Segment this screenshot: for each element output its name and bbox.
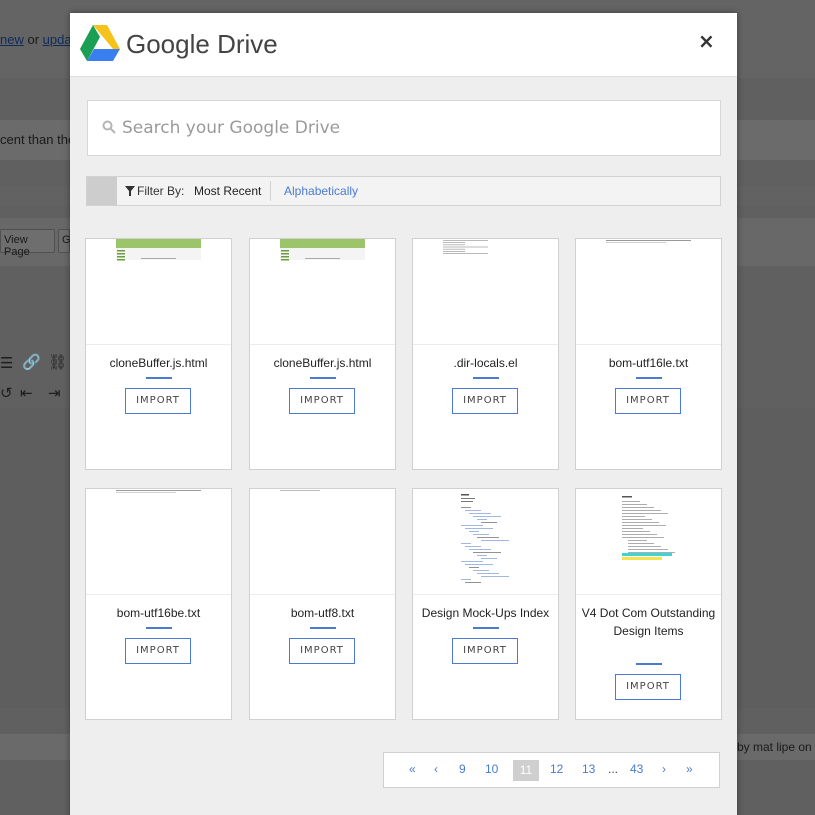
pagination-page-43[interactable]: 43 <box>630 762 643 776</box>
pagination-ellipsis: ... <box>608 762 619 776</box>
file-thumbnail <box>250 489 395 595</box>
file-card: .dir-locals.el IMPORT <box>412 238 559 470</box>
file-thumbnail <box>250 239 395 345</box>
file-name-underline <box>146 627 172 629</box>
bg-link-new: new <box>0 32 24 47</box>
import-button[interactable]: IMPORT <box>615 388 681 414</box>
file-name-underline <box>636 377 662 379</box>
file-card: V4 Dot Com Outstanding Design Items IMPOR… <box>575 488 722 720</box>
pagination-last[interactable]: » <box>686 762 693 776</box>
pagination-current-page: 11 <box>513 760 539 781</box>
list-icon: ☰ <box>0 354 14 372</box>
pagination-page-13[interactable]: 13 <box>582 762 595 776</box>
modal-title: Google Drive <box>126 29 278 59</box>
pagination: « ‹ 9 10 11 12 13 ... 43 › » <box>383 752 720 788</box>
file-name-underline <box>636 663 662 665</box>
file-thumbnail <box>86 489 231 595</box>
pagination-page-9[interactable]: 9 <box>459 762 466 776</box>
unlink-icon: ⛓ <box>48 353 68 371</box>
search-icon <box>102 120 116 134</box>
file-thumbnail <box>413 239 558 345</box>
file-name: bom-utf16be.txt <box>116 606 201 620</box>
search-input[interactable] <box>122 113 712 143</box>
file-card: bom-utf8.txt IMPORT <box>249 488 396 720</box>
undo-icon: ↺ <box>0 384 13 402</box>
filter-icon <box>125 186 135 196</box>
google-drive-logo-icon <box>80 25 120 61</box>
pagination-first[interactable]: « <box>409 762 416 776</box>
search-box <box>87 100 721 156</box>
file-card: bom-utf16be.txt IMPORT <box>85 488 232 720</box>
pagination-prev[interactable]: ‹ <box>434 762 438 776</box>
link-icon: 🔗 <box>22 353 41 371</box>
file-name: cloneBuffer.js.html <box>273 356 372 370</box>
file-name-underline <box>146 377 172 379</box>
file-name-underline <box>310 377 336 379</box>
file-thumbnail <box>576 239 721 345</box>
bg-g-button: G <box>58 229 71 253</box>
file-card: cloneBuffer.js.html IMPORT <box>85 238 232 470</box>
file-thumbnail <box>86 239 231 345</box>
google-drive-modal: Google Drive × Filter By: Most Recent Al… <box>70 13 737 815</box>
file-name: V4 Dot Com Outstanding Design Items <box>581 606 716 638</box>
import-button[interactable]: IMPORT <box>125 388 191 414</box>
bg-author-text: by mat lipe on Ja <box>737 740 815 754</box>
file-name-underline <box>473 627 499 629</box>
import-button[interactable]: IMPORT <box>125 638 191 664</box>
indent-icon: ⇥ <box>48 384 61 402</box>
pagination-page-12[interactable]: 12 <box>550 762 563 776</box>
file-name-underline <box>310 627 336 629</box>
file-card: cloneBuffer.js.html IMPORT <box>249 238 396 470</box>
import-button[interactable]: IMPORT <box>452 388 518 414</box>
filter-divider <box>270 181 271 201</box>
file-name: Design Mock-Ups Index <box>421 606 550 620</box>
import-button[interactable]: IMPORT <box>615 674 681 700</box>
file-name: .dir-locals.el <box>453 356 518 370</box>
bg-recent-text: cent than the <box>0 132 76 147</box>
file-name: bom-utf16le.txt <box>608 356 689 370</box>
modal-header: Google Drive × <box>70 13 737 77</box>
bg-view-page-button: View Page <box>0 229 55 258</box>
pagination-page-10[interactable]: 10 <box>485 762 498 776</box>
filter-bar-block <box>87 177 117 205</box>
pagination-next[interactable]: › <box>662 762 666 776</box>
file-name: cloneBuffer.js.html <box>109 356 208 370</box>
filter-bar: Filter By: Most Recent Alphabetically <box>86 176 721 206</box>
file-card: Design Mock-Ups Index IMPORT <box>412 488 559 720</box>
file-name: bom-utf8.txt <box>290 606 355 620</box>
file-thumbnail <box>413 489 558 595</box>
import-button[interactable]: IMPORT <box>289 638 355 664</box>
import-button[interactable]: IMPORT <box>452 638 518 664</box>
file-name-underline <box>473 377 499 379</box>
import-button[interactable]: IMPORT <box>289 388 355 414</box>
filter-alphabetically[interactable]: Alphabetically <box>284 184 358 198</box>
filter-most-recent[interactable]: Most Recent <box>194 184 261 198</box>
close-button[interactable]: × <box>698 29 715 53</box>
file-card: bom-utf16le.txt IMPORT <box>575 238 722 470</box>
outdent-icon: ⇤ <box>20 384 33 402</box>
file-thumbnail <box>576 489 721 595</box>
filter-label: Filter By: <box>137 184 185 198</box>
